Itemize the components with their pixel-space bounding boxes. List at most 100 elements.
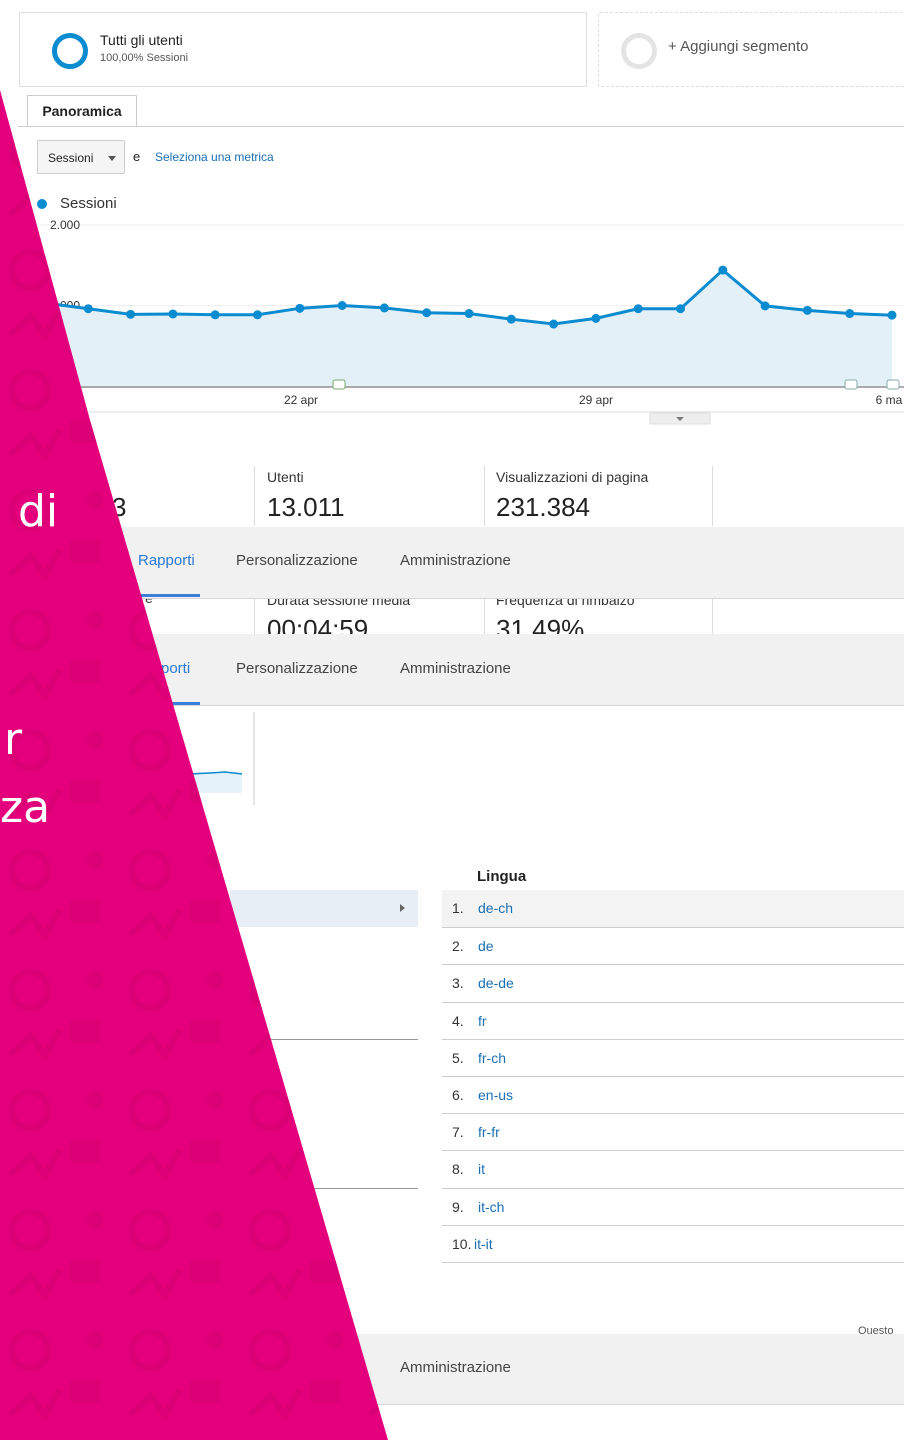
table-row[interactable]: 5. fr-ch [442,1038,904,1076]
sparkline [189,712,255,805]
segment-ring-icon [52,33,88,69]
bounce-rate-value: 31,49% [496,614,585,634]
row-index: 9. [452,1198,464,1215]
data-point [168,309,178,319]
overlay-text-r: r [4,714,23,765]
metric-conjunction: e [133,149,141,164]
table-header-language: Lingua [477,868,527,885]
nav-bar: Amministrazione [0,1334,904,1405]
pageviews-label: Visualizzazioni di pagina [496,469,649,485]
metric-select-value: Sessioni [48,151,94,165]
y-tick-label: 2.000 [50,220,80,232]
data-point [802,305,812,315]
select-metric-link[interactable]: Seleziona una metrica [155,150,274,164]
chevron-down-icon [108,156,116,161]
nav-customization[interactable]: Personalizzazione [236,552,358,569]
table-row[interactable]: 10. it-it [442,1224,904,1262]
legend-label: Sessioni [60,195,117,212]
overlay-text-di: di [18,486,59,537]
add-segment-label: + Aggiungi segmento [668,38,809,55]
row-index: 2. [452,938,464,955]
language-link[interactable]: de [478,938,494,954]
left-list-selected-row[interactable] [230,890,418,927]
tab-divider [18,126,904,127]
nav-admin[interactable]: Amministrazione [400,660,511,677]
row-index: 6. [452,1087,464,1103]
add-segment-box[interactable]: + Aggiungi segmento [598,12,904,87]
data-point [41,298,51,308]
metric-separator [712,466,713,526]
data-point [506,314,516,324]
table-row[interactable]: 3. de-de [442,964,904,1001]
table-row[interactable]: 9. it-ch [442,1187,904,1225]
segment-subtitle: 100,00% Sessioni [100,52,189,64]
left-list-divider [230,1188,418,1189]
data-point [253,310,262,320]
x-tick-label: 6 ma [876,393,903,407]
nav-reports[interactable]: porti [161,660,190,677]
language-link[interactable]: de-de [478,975,514,991]
nav-reports[interactable]: Rapporti [138,552,195,569]
language-link[interactable]: fr [478,1013,487,1029]
data-point [126,309,136,319]
data-point [718,265,728,275]
data-point [887,310,897,320]
data-point [591,313,601,323]
table-bottom-divider [442,1262,904,1263]
language-link[interactable]: it [478,1161,485,1177]
nav-bar: Rapporti Personalizzazione Amministrazio… [0,527,904,599]
data-point [337,301,347,310]
legend-dot-icon [37,199,47,209]
language-link[interactable]: it-it [474,1236,493,1252]
row-index: 7. [452,1124,464,1141]
table-row[interactable]: 8. it [442,1150,904,1187]
data-point [210,310,220,320]
x-tick-label: 29 apr [579,393,613,407]
language-link[interactable]: fr-ch [478,1050,506,1066]
metric-partial-value: 3 [112,492,127,522]
annotation-icon [332,379,346,390]
annotation-icon [886,379,900,390]
users-label: Utenti [267,469,304,485]
row-index: 4. [452,1012,464,1029]
table-row[interactable]: 7. fr-fr [442,1113,904,1150]
data-point [676,304,685,314]
nav-active-indicator [140,702,200,705]
table-row[interactable]: 2. de [442,927,904,964]
tab-overview[interactable]: Panoramica [27,95,137,127]
row-index: 8. [452,1161,464,1178]
nav-active-indicator [130,594,200,597]
row-index: 5. [452,1049,464,1066]
data-point [549,319,559,329]
add-segment-icon [621,33,657,69]
pageviews-value: 231.384 [496,492,590,522]
sessions-chart: 2.0001.00022 apr 29 apr 6 ma [40,220,904,425]
x-tick-label: 22 apr [284,393,318,407]
language-link[interactable]: fr-fr [478,1124,500,1140]
nav-admin[interactable]: Amministrazione [400,552,511,569]
metric-separator [254,466,255,526]
language-link[interactable]: it-ch [478,1199,504,1215]
language-link[interactable]: en-us [478,1087,513,1103]
annotation-icon [844,379,858,390]
table-row[interactable]: 4. fr [442,1001,904,1039]
nav-admin[interactable]: Amministrazione [400,1359,511,1376]
row-index: 3. [452,975,464,992]
overlay-text-za: za [0,782,51,833]
data-point [422,308,432,318]
table-row[interactable]: 1. de-ch [442,890,904,927]
language-link[interactable]: de-ch [478,900,513,916]
metric-separator [484,466,485,526]
data-point [379,303,389,313]
segment-title: Tutti gli utenti [100,32,183,48]
data-point [295,303,305,313]
segment-all-users[interactable]: Tutti gli utenti 100,00% Sessioni [19,12,587,87]
chevron-right-icon [400,904,405,912]
table-row[interactable]: 6. en-us [442,1076,904,1113]
series-area [46,270,892,386]
metric-select[interactable]: Sessioni [37,140,125,174]
data-point [464,309,474,319]
left-list-divider [230,1039,418,1040]
users-value: 13.011 [267,492,345,522]
nav-customization[interactable]: Personalizzazione [236,660,358,677]
